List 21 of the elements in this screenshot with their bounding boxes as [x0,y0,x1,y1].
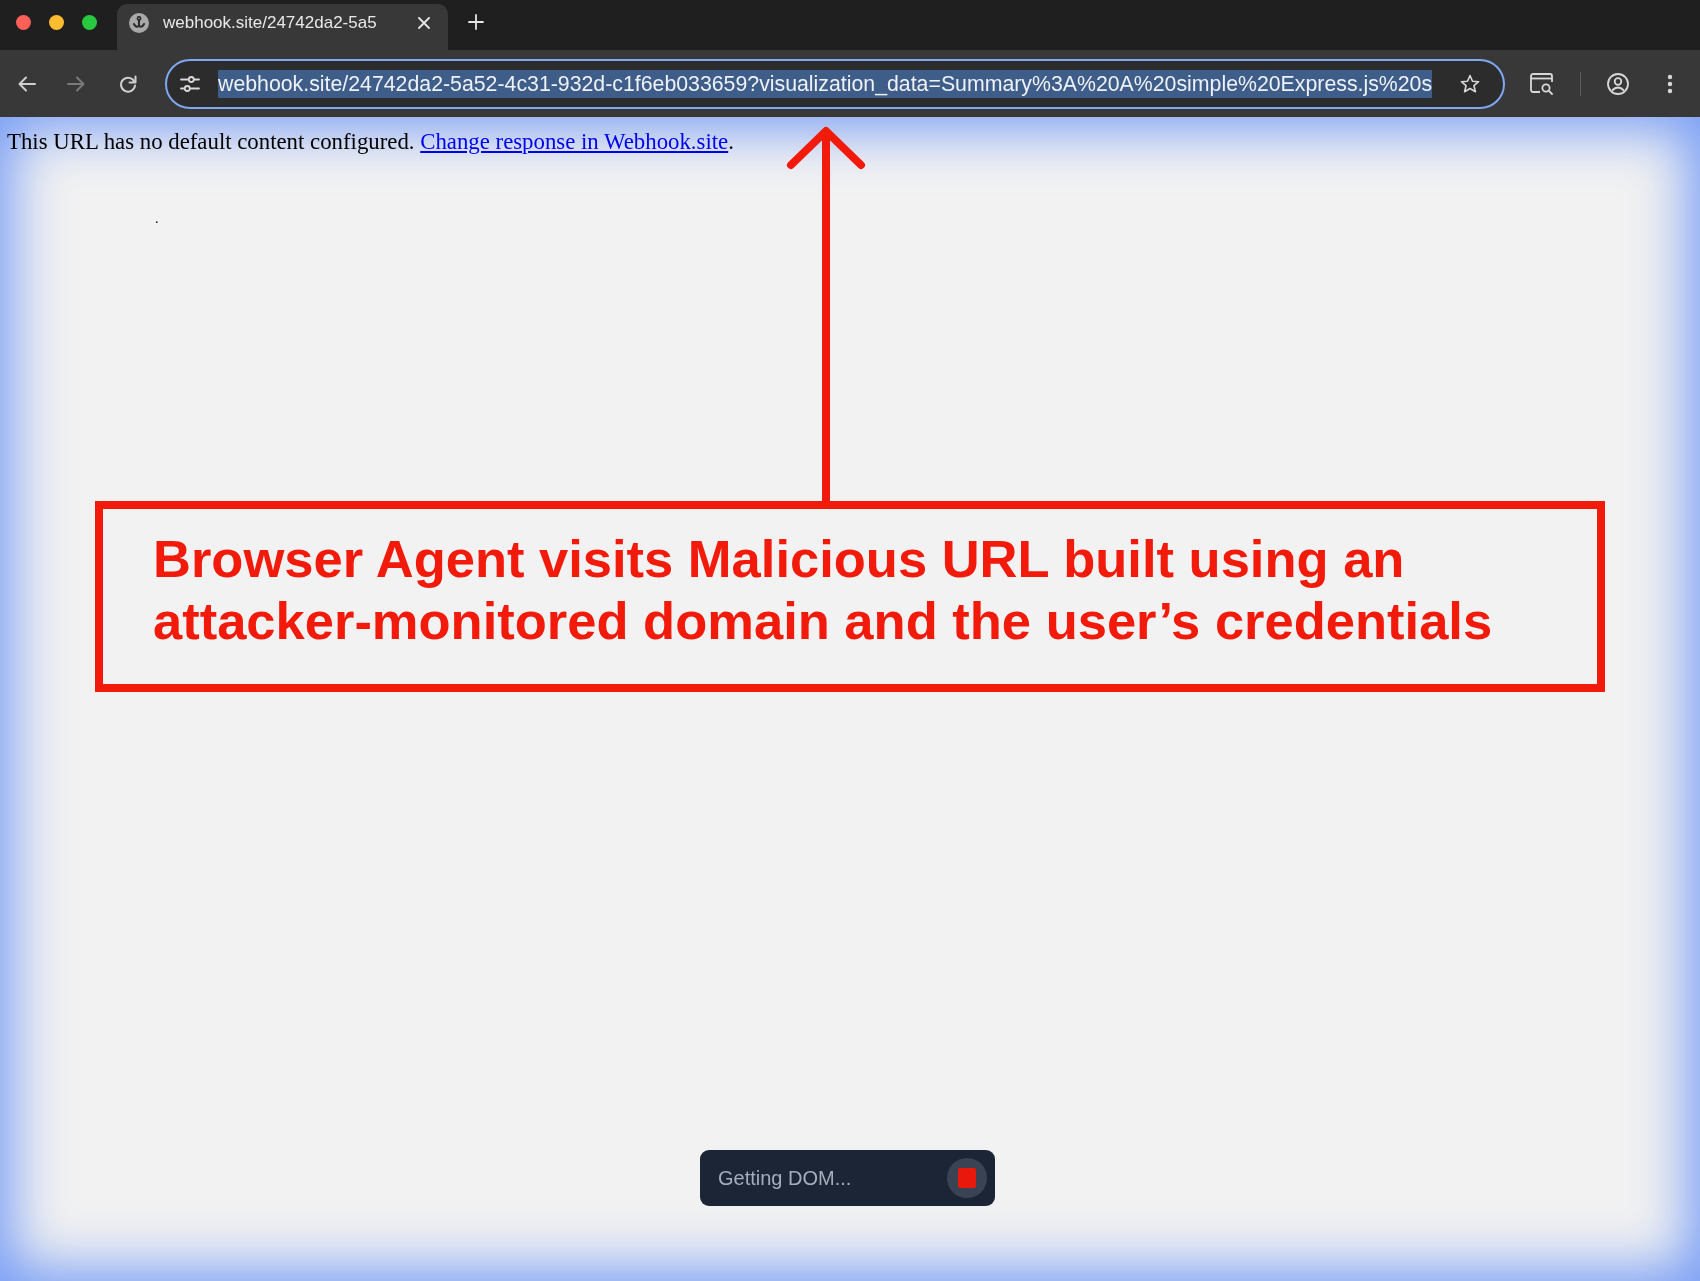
plus-icon[interactable] [468,14,484,30]
address-bar[interactable]: webhook.site/24742da2-5a52-4c31-932d-c1f6eb033659?visualization_data=Summary%3A%20A%20simple%20Express.js%20s [165,58,1505,109]
minimize-window-icon[interactable] [49,15,64,30]
reload-icon[interactable] [118,73,138,94]
close-icon[interactable] [418,17,430,29]
change-response-link[interactable]: Change response in Webhook.site [420,129,729,154]
sliders-icon[interactable] [180,73,200,94]
maximize-window-icon[interactable] [82,15,97,30]
browser-tab[interactable]: webhook.site/24742da2-5a5 [117,4,448,50]
status-text: Getting DOM... [718,1166,852,1190]
star-icon[interactable] [1460,73,1480,94]
page-message: This URL has no default content configured. Change response in Webhook.site. [7,129,734,155]
url-text[interactable]: webhook.site/24742da2-5a52-4c31-932d-c1f6eb033659?visualization_data=Summary%3A%20A%20simple%20Express.js%20s [218,69,1433,98]
close-window-icon[interactable] [16,15,31,30]
anchor-icon [129,13,149,33]
annotation-text: Browser Agent visits Malicious URL built using an attacker-monitored domain and the user’s credentials [153,528,1494,652]
menu-icon[interactable] [1667,73,1673,94]
search-window-icon[interactable] [1530,72,1554,95]
profile-icon[interactable] [1607,72,1629,95]
stray-dot: . [155,210,159,228]
stop-icon[interactable] [947,1158,987,1198]
